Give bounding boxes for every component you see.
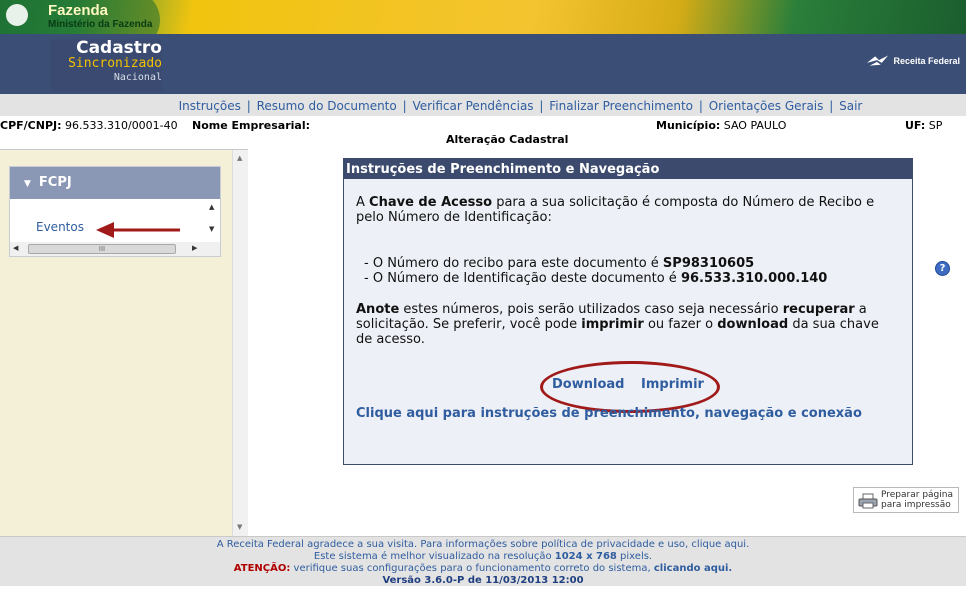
nav-separator: | — [246, 99, 251, 113]
identification-label: - O Número de Identificação deste docume… — [364, 271, 681, 286]
scroll-thumb[interactable]: III — [28, 244, 176, 254]
nav-verificar-pendencias[interactable]: Verificar Pendências — [412, 99, 533, 113]
scroll-up-icon[interactable]: ▲ — [209, 203, 214, 211]
annotation-arrow-icon — [96, 222, 180, 238]
nav-separator: | — [539, 99, 544, 113]
caret-down-icon: ▼ — [24, 179, 31, 189]
sidebar: ▼ FCPJ Eventos ▲ ▼ ◀ III ▶ ▲ ▼ — [0, 149, 248, 537]
config-link[interactable]: clicando aqui. — [654, 563, 732, 574]
nav-orientacoes-gerais[interactable]: Orientações Gerais — [709, 99, 824, 113]
banner-title: Fazenda — [48, 2, 109, 19]
nome-label: Nome Empresarial: — [192, 119, 311, 132]
scroll-right-icon[interactable]: ▶ — [192, 244, 197, 252]
footer-text: A Receita Federal agradece a sua visita.… — [216, 539, 692, 550]
access-key-term: Chave de Acesso — [369, 195, 493, 210]
nav-sair[interactable]: Sair — [839, 99, 862, 113]
gov-banner: Fazenda Ministério da Fazenda — [0, 0, 966, 34]
text-bold: recuperar — [782, 302, 855, 317]
instructions-help-link[interactable]: Clique aqui para instruções de preenchim… — [356, 406, 862, 421]
privacy-link[interactable]: clique aqui. — [691, 539, 749, 550]
attention-label: ATENÇÃO: — [233, 563, 291, 574]
receipt-number: SP98310605 — [662, 256, 755, 271]
text-bold: Anote — [356, 302, 400, 317]
identification-number: 96.533.310.000.140 — [680, 271, 828, 286]
nav-separator: | — [698, 99, 703, 113]
navigation-tree: ▼ FCPJ Eventos ▲ ▼ ◀ III ▶ — [9, 166, 221, 257]
footer-line2: Este sistema é melhor visualizado na res… — [0, 551, 966, 563]
footer-line3: ATENÇÃO: verifique suas configurações pa… — [0, 563, 966, 575]
footer: A Receita Federal agradece a sua visita.… — [0, 536, 966, 586]
print-label: Preparar página para impressão — [881, 490, 959, 510]
text-segment: A — [356, 195, 370, 210]
nav-separator: | — [829, 99, 834, 113]
footer-text: pixels. — [616, 551, 653, 562]
nav-instrucoes[interactable]: Instruções — [179, 99, 241, 113]
app-header: Cadastro Sincronizado Nacional Receita F… — [0, 34, 966, 94]
note-paragraph: Anote estes números, pois serão utilizad… — [356, 302, 896, 347]
cpf-field: CPF/CNPJ: 96.533.310/0001-40 — [0, 119, 178, 132]
scroll-left-icon[interactable]: ◀ — [13, 244, 18, 252]
tree-vertical-scrollbar[interactable]: ▲ ▼ — [206, 201, 220, 241]
resolution-value: 1024 x 768 — [554, 551, 617, 562]
nome-field: Nome Empresarial: — [192, 119, 310, 132]
version-text: Versão 3.6.0-P de 11/03/2013 12:00 — [382, 575, 584, 586]
municipio-value: SAO PAULO — [723, 119, 787, 132]
receipt-number-line: - O Número do recibo para este documento… — [364, 256, 904, 271]
cpf-value: 96.533.310/0001-40 — [65, 119, 178, 132]
text-segment: estes números, pois serão utilizados cas… — [399, 302, 783, 317]
instructions-panel: Instruções de Preenchimento e Navegação … — [343, 158, 913, 465]
main-content: Instruções de Preenchimento e Navegação … — [248, 149, 966, 536]
scroll-up-icon[interactable]: ▲ — [237, 154, 242, 162]
footer-text: Este sistema é melhor visualizado na res… — [313, 551, 555, 562]
scroll-down-icon[interactable]: ▼ — [209, 225, 214, 233]
brand-line2: Sincronizado — [68, 56, 162, 71]
nav-resumo-documento[interactable]: Resumo do Documento — [257, 99, 397, 113]
nav-finalizar-preenchimento[interactable]: Finalizar Preenchimento — [549, 99, 693, 113]
app-logo: Cadastro Sincronizado Nacional — [50, 39, 162, 91]
sidebar-scrollbar[interactable]: ▲ ▼ — [232, 150, 248, 537]
brazil-emblem-icon — [6, 4, 28, 26]
brand-line3: Nacional — [113, 72, 162, 83]
text-segment: ou fazer o — [643, 317, 718, 332]
printer-icon — [858, 493, 878, 509]
receita-federal-icon — [867, 55, 889, 66]
uf-value: SP — [928, 119, 943, 132]
sidebar-group-fcpj[interactable]: ▼ FCPJ — [10, 167, 220, 199]
footer-line1: A Receita Federal agradece a sua visita.… — [0, 539, 966, 551]
sidebar-item-eventos[interactable]: Eventos — [36, 220, 84, 234]
top-nav: Instruções | Resumo do Documento | Verif… — [0, 94, 966, 116]
footer-text: verifique suas configurações para o func… — [290, 563, 654, 574]
document-info: CPF/CNPJ: 96.533.310/0001-40 Nome Empres… — [0, 116, 966, 148]
print-label-line2: para impressão — [881, 500, 951, 510]
sidebar-group-label: FCPJ — [38, 175, 72, 190]
scroll-down-icon[interactable]: ▼ — [237, 523, 242, 531]
identification-number-line: - O Número de Identificação deste docume… — [364, 271, 904, 286]
prepare-print-button[interactable]: Preparar página para impressão — [853, 487, 959, 513]
banner-subtitle: Ministério da Fazenda — [48, 19, 153, 30]
text-bold: imprimir — [581, 317, 644, 332]
operation-title: Alteração Cadastral — [446, 133, 569, 146]
uf-label: UF: — [905, 119, 926, 132]
print-label-line1: Preparar página — [881, 490, 953, 500]
scroll-thumb-grip: III — [98, 245, 106, 253]
uf-field: UF: SP — [905, 119, 942, 132]
municipio-label: Município: — [656, 119, 721, 132]
text-bold: download — [717, 317, 789, 332]
receipt-label: - O Número do recibo para este documento… — [364, 256, 663, 271]
brand-line1: Cadastro — [76, 38, 162, 58]
access-key-intro: A Chave de Acesso para a sua solicitação… — [356, 195, 896, 225]
receita-federal-logo: Receita Federal — [866, 54, 960, 68]
help-icon[interactable]: ? — [935, 261, 950, 276]
nav-separator: | — [402, 99, 407, 113]
cpf-label: CPF/CNPJ: — [0, 119, 62, 132]
logo-text: Receita Federal — [893, 56, 960, 66]
tree-horizontal-scrollbar[interactable]: ◀ III ▶ — [10, 242, 220, 256]
panel-title: Instruções de Preenchimento e Navegação — [344, 159, 912, 179]
municipio-field: Município: SAO PAULO — [656, 119, 786, 132]
